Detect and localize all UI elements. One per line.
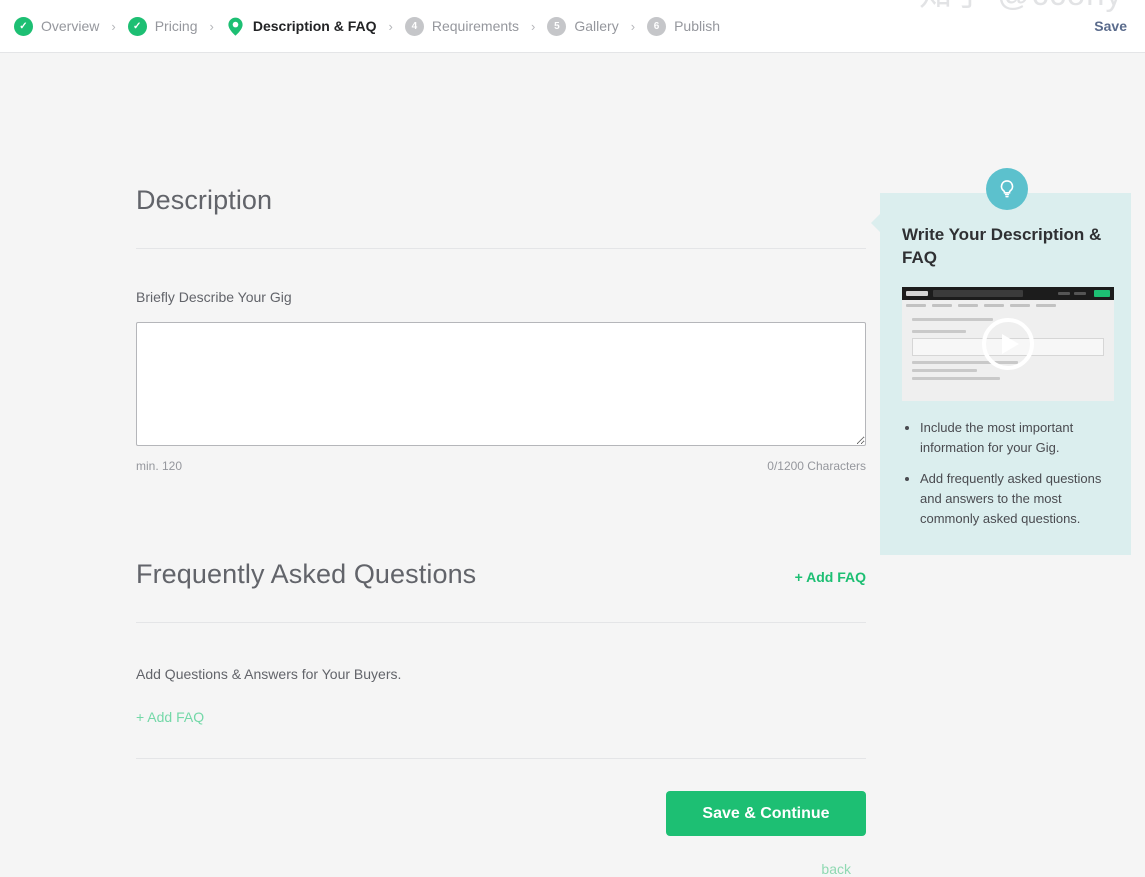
step-label-requirements: Requirements: [431, 18, 520, 34]
check-icon: ✓: [14, 16, 33, 36]
step-description-faq[interactable]: Description & FAQ: [226, 17, 377, 36]
video-mock-nav-items: [1058, 290, 1110, 297]
tip-panel-notch: [871, 213, 881, 233]
step-number-badge: 5: [547, 16, 567, 36]
step-label-overview: Overview: [41, 18, 100, 34]
add-faq-button-bottom[interactable]: + Add FAQ: [136, 709, 204, 725]
faq-section: Frequently Asked Questions + Add FAQ Add…: [136, 559, 866, 759]
description-meta: min. 120 0/1200 Characters: [136, 459, 866, 473]
check-icon: ✓: [127, 16, 147, 36]
page-title: Description: [136, 185, 273, 215]
lightbulb-icon: [986, 168, 1028, 210]
tip-panel: Write Your Description & FAQ • Include t…: [871, 168, 1131, 555]
min-characters-note: min. 120: [136, 459, 183, 473]
tip-video-thumbnail[interactable]: [902, 287, 1114, 401]
back-link[interactable]: back: [821, 861, 851, 877]
step-number-badge: 4: [404, 16, 424, 36]
faq-header: Frequently Asked Questions + Add FAQ: [136, 559, 866, 590]
form-actions: Save & Continue back: [136, 791, 866, 877]
chevron-right-icon: ›: [531, 18, 536, 34]
chevron-right-icon: ›: [209, 18, 214, 34]
chevron-right-icon: ›: [111, 18, 116, 34]
play-icon[interactable]: [982, 318, 1034, 370]
main-content: Description Briefly Describe Your Gig mi…: [136, 185, 866, 877]
step-label-pricing: Pricing: [154, 18, 198, 34]
title-divider: [136, 248, 866, 249]
character-counter: 0/1200 Characters: [767, 459, 866, 473]
save-and-continue-button[interactable]: Save & Continue: [666, 791, 866, 836]
map-pin-icon: [226, 17, 245, 36]
step-publish[interactable]: 6 Publish: [647, 16, 720, 36]
watermark: 知乎 @ccony: [919, 0, 1123, 15]
step-pricing[interactable]: ✓ Pricing: [127, 16, 198, 36]
video-mock-navbar: [902, 287, 1114, 300]
description-textarea[interactable]: [136, 322, 866, 446]
faq-divider: [136, 622, 866, 623]
faq-empty-note: Add Questions & Answers for Your Buyers.: [136, 666, 402, 682]
tip-bullet-list: Include the most important information f…: [902, 418, 1109, 529]
step-label-description-faq: Description & FAQ: [252, 18, 377, 34]
step-gallery[interactable]: 5 Gallery: [547, 16, 619, 36]
video-mock-search: [933, 290, 1023, 297]
describe-gig-label: Briefly Describe Your Gig: [136, 289, 292, 305]
list-item: Include the most important information f…: [920, 418, 1109, 458]
faq-title: Frequently Asked Questions: [136, 559, 477, 589]
step-label-gallery: Gallery: [574, 18, 619, 34]
step-number-badge: 6: [647, 16, 667, 36]
step-overview[interactable]: ✓ Overview: [14, 16, 100, 36]
chevron-right-icon: ›: [388, 18, 393, 34]
save-link[interactable]: Save: [1094, 18, 1127, 34]
add-faq-button-top[interactable]: + Add FAQ: [795, 569, 866, 590]
faq-bottom-divider: [136, 758, 866, 759]
step-requirements[interactable]: 4 Requirements: [404, 16, 520, 36]
gig-steps-nav: ✓ Overview › ✓ Pricing › Description & F…: [14, 16, 1094, 36]
video-mock-logo: [906, 291, 928, 296]
chevron-right-icon: ›: [630, 18, 636, 34]
step-label-publish: Publish: [674, 18, 720, 34]
list-item: Add frequently asked questions and answe…: [920, 469, 1109, 529]
video-mock-steps: [902, 300, 1114, 311]
